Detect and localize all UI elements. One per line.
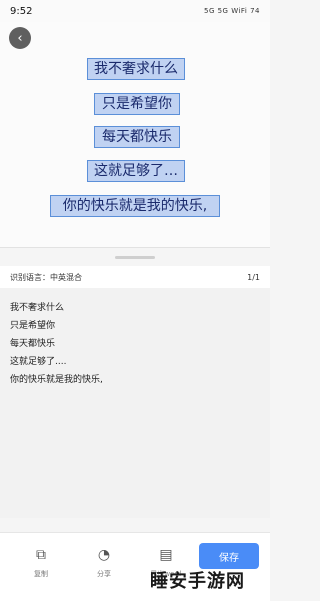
ocr-line[interactable]: 这就足够了…	[87, 160, 185, 182]
word-document-icon: ▤	[159, 547, 173, 563]
share-button[interactable]: ◔ 分享	[84, 547, 124, 579]
share-icon: ◔	[97, 547, 111, 563]
result-line: 这就足够了....	[10, 357, 67, 367]
result-line: 我不奢求什么	[10, 303, 65, 313]
result-line: 你的快乐就是我的快乐,	[10, 375, 103, 385]
chevron-left-icon: ‹	[17, 30, 23, 46]
status-icons: 5G 5G WiFi 74	[203, 7, 260, 15]
result-line: 只是希望你	[10, 321, 56, 331]
share-label: 分享	[97, 570, 111, 578]
result-text-area[interactable]: 我不奢求什么 只是希望你 每天都快乐 这就足够了.... 你的快乐就是我的快乐,	[0, 288, 270, 518]
status-time: 9:52	[10, 5, 33, 17]
drag-handle[interactable]	[115, 256, 155, 259]
page-indicator: 1/1	[247, 272, 260, 282]
copy-button[interactable]: ⧉ 复制	[21, 547, 61, 579]
back-button[interactable]: ‹	[9, 27, 31, 49]
ocr-line[interactable]: 你的快乐就是我的快乐,	[50, 195, 220, 217]
copy-label: 复制	[34, 570, 48, 578]
ocr-line[interactable]: 只是希望你	[94, 93, 180, 115]
save-button[interactable]: 保存	[199, 543, 259, 569]
ocr-line[interactable]: 每天都快乐	[94, 126, 180, 148]
copy-icon: ⧉	[36, 547, 46, 563]
result-line: 每天都快乐	[10, 339, 56, 349]
status-bar: 9:52 5G 5G WiFi 74	[0, 0, 270, 22]
result-header: 识别语言：中英混合 1/1	[0, 266, 270, 288]
scan-preview: ‹ 我不奢求什么 只是希望你 每天都快乐 这就足够了… 你的快乐就是我的快乐,	[0, 22, 270, 248]
language-label[interactable]: 识别语言：中英混合	[10, 272, 82, 283]
watermark: 睡安手游网	[150, 571, 245, 592]
ocr-line[interactable]: 我不奢求什么	[87, 58, 185, 80]
